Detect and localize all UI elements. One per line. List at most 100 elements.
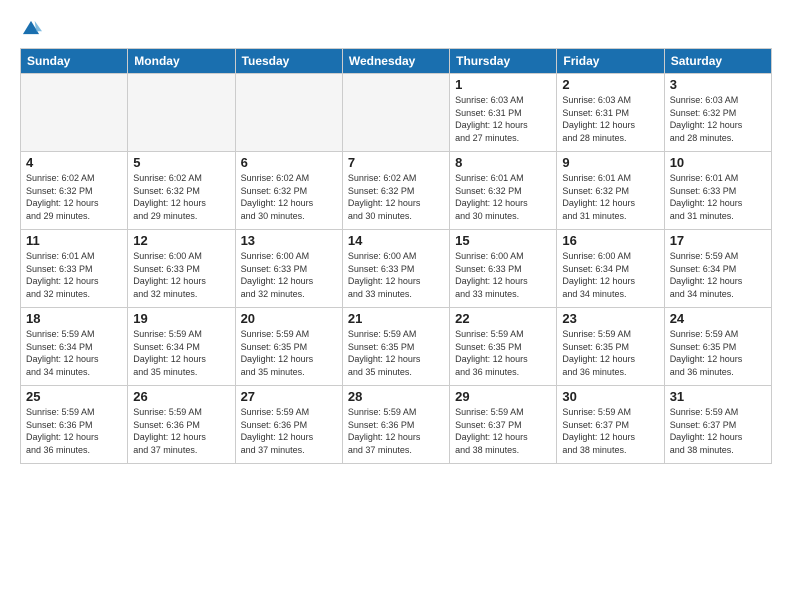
day-info: Sunrise: 6:01 AM Sunset: 6:33 PM Dayligh… [26, 250, 122, 300]
calendar-cell: 13 Sunrise: 6:00 AM Sunset: 6:33 PM Dayli… [235, 230, 342, 308]
calendar-cell: 6 Sunrise: 6:02 AM Sunset: 6:32 PM Daylig… [235, 152, 342, 230]
day-number: 16 [562, 233, 658, 248]
day-info: Sunrise: 6:03 AM Sunset: 6:31 PM Dayligh… [562, 94, 658, 144]
day-info: Sunrise: 6:00 AM Sunset: 6:34 PM Dayligh… [562, 250, 658, 300]
day-info: Sunrise: 6:00 AM Sunset: 6:33 PM Dayligh… [241, 250, 337, 300]
day-number: 18 [26, 311, 122, 326]
day-number: 5 [133, 155, 229, 170]
day-number: 4 [26, 155, 122, 170]
calendar-cell: 21 Sunrise: 5:59 AM Sunset: 6:35 PM Dayli… [342, 308, 449, 386]
day-info: Sunrise: 6:03 AM Sunset: 6:31 PM Dayligh… [455, 94, 551, 144]
day-number: 14 [348, 233, 444, 248]
header [20, 18, 772, 40]
page: SundayMondayTuesdayWednesdayThursdayFrid… [0, 0, 792, 612]
day-info: Sunrise: 5:59 AM Sunset: 6:37 PM Dayligh… [670, 406, 766, 456]
calendar-cell [21, 74, 128, 152]
week-row-4: 18 Sunrise: 5:59 AM Sunset: 6:34 PM Dayli… [21, 308, 772, 386]
day-info: Sunrise: 6:02 AM Sunset: 6:32 PM Dayligh… [348, 172, 444, 222]
calendar-cell: 16 Sunrise: 6:00 AM Sunset: 6:34 PM Dayli… [557, 230, 664, 308]
day-header-monday: Monday [128, 49, 235, 74]
day-info: Sunrise: 5:59 AM Sunset: 6:34 PM Dayligh… [133, 328, 229, 378]
day-number: 17 [670, 233, 766, 248]
day-header-saturday: Saturday [664, 49, 771, 74]
day-header-friday: Friday [557, 49, 664, 74]
day-info: Sunrise: 5:59 AM Sunset: 6:34 PM Dayligh… [26, 328, 122, 378]
calendar-cell: 12 Sunrise: 6:00 AM Sunset: 6:33 PM Dayli… [128, 230, 235, 308]
calendar: SundayMondayTuesdayWednesdayThursdayFrid… [20, 48, 772, 464]
day-number: 21 [348, 311, 444, 326]
calendar-cell: 15 Sunrise: 6:00 AM Sunset: 6:33 PM Dayli… [450, 230, 557, 308]
day-header-thursday: Thursday [450, 49, 557, 74]
calendar-cell: 14 Sunrise: 6:00 AM Sunset: 6:33 PM Dayli… [342, 230, 449, 308]
day-number: 22 [455, 311, 551, 326]
day-info: Sunrise: 5:59 AM Sunset: 6:35 PM Dayligh… [348, 328, 444, 378]
day-info: Sunrise: 6:00 AM Sunset: 6:33 PM Dayligh… [455, 250, 551, 300]
calendar-cell: 7 Sunrise: 6:02 AM Sunset: 6:32 PM Daylig… [342, 152, 449, 230]
day-info: Sunrise: 5:59 AM Sunset: 6:37 PM Dayligh… [562, 406, 658, 456]
day-info: Sunrise: 6:02 AM Sunset: 6:32 PM Dayligh… [26, 172, 122, 222]
day-info: Sunrise: 5:59 AM Sunset: 6:36 PM Dayligh… [26, 406, 122, 456]
week-row-1: 1 Sunrise: 6:03 AM Sunset: 6:31 PM Daylig… [21, 74, 772, 152]
calendar-cell: 18 Sunrise: 5:59 AM Sunset: 6:34 PM Dayli… [21, 308, 128, 386]
day-number: 9 [562, 155, 658, 170]
day-number: 29 [455, 389, 551, 404]
day-number: 25 [26, 389, 122, 404]
day-info: Sunrise: 5:59 AM Sunset: 6:35 PM Dayligh… [241, 328, 337, 378]
day-number: 7 [348, 155, 444, 170]
day-number: 27 [241, 389, 337, 404]
logo [20, 18, 46, 40]
calendar-cell: 25 Sunrise: 5:59 AM Sunset: 6:36 PM Dayli… [21, 386, 128, 464]
calendar-body: 1 Sunrise: 6:03 AM Sunset: 6:31 PM Daylig… [21, 74, 772, 464]
calendar-cell [342, 74, 449, 152]
day-number: 3 [670, 77, 766, 92]
calendar-cell [128, 74, 235, 152]
day-number: 20 [241, 311, 337, 326]
calendar-cell: 26Sunrise: 5:59 AM Sunset: 6:36 PM Dayli… [128, 386, 235, 464]
day-info: Sunrise: 6:03 AM Sunset: 6:32 PM Dayligh… [670, 94, 766, 144]
logo-icon [20, 18, 42, 40]
calendar-cell: 5 Sunrise: 6:02 AM Sunset: 6:32 PM Daylig… [128, 152, 235, 230]
day-number: 26 [133, 389, 229, 404]
day-info: Sunrise: 6:02 AM Sunset: 6:32 PM Dayligh… [241, 172, 337, 222]
calendar-cell: 3 Sunrise: 6:03 AM Sunset: 6:32 PM Daylig… [664, 74, 771, 152]
day-number: 11 [26, 233, 122, 248]
calendar-cell: 10 Sunrise: 6:01 AM Sunset: 6:33 PM Dayli… [664, 152, 771, 230]
day-number: 6 [241, 155, 337, 170]
calendar-cell: 28 Sunrise: 5:59 AM Sunset: 6:36 PM Dayli… [342, 386, 449, 464]
calendar-cell: 27 Sunrise: 5:59 AM Sunset: 6:36 PM Dayli… [235, 386, 342, 464]
day-number: 12 [133, 233, 229, 248]
calendar-cell: 24 Sunrise: 5:59 AM Sunset: 6:35 PM Dayli… [664, 308, 771, 386]
week-row-5: 25 Sunrise: 5:59 AM Sunset: 6:36 PM Dayli… [21, 386, 772, 464]
day-number: 15 [455, 233, 551, 248]
day-info: Sunrise: 6:00 AM Sunset: 6:33 PM Dayligh… [133, 250, 229, 300]
day-header-sunday: Sunday [21, 49, 128, 74]
day-info: Sunrise: 5:59 AM Sunset: 6:36 PM Dayligh… [241, 406, 337, 456]
day-header-tuesday: Tuesday [235, 49, 342, 74]
calendar-header: SundayMondayTuesdayWednesdayThursdayFrid… [21, 49, 772, 74]
calendar-cell: 9Sunrise: 6:01 AM Sunset: 6:32 PM Daylig… [557, 152, 664, 230]
day-number: 31 [670, 389, 766, 404]
day-info: Sunrise: 5:59 AM Sunset: 6:37 PM Dayligh… [455, 406, 551, 456]
day-info: Sunrise: 6:01 AM Sunset: 6:33 PM Dayligh… [670, 172, 766, 222]
day-number: 13 [241, 233, 337, 248]
day-number: 2 [562, 77, 658, 92]
day-info: Sunrise: 6:02 AM Sunset: 6:32 PM Dayligh… [133, 172, 229, 222]
calendar-cell: 4 Sunrise: 6:02 AM Sunset: 6:32 PM Daylig… [21, 152, 128, 230]
day-info: Sunrise: 5:59 AM Sunset: 6:36 PM Dayligh… [348, 406, 444, 456]
day-info: Sunrise: 6:01 AM Sunset: 6:32 PM Dayligh… [455, 172, 551, 222]
calendar-cell: 19 Sunrise: 5:59 AM Sunset: 6:34 PM Dayli… [128, 308, 235, 386]
day-info: Sunrise: 5:59 AM Sunset: 6:35 PM Dayligh… [670, 328, 766, 378]
day-number: 24 [670, 311, 766, 326]
calendar-cell: 31 Sunrise: 5:59 AM Sunset: 6:37 PM Dayli… [664, 386, 771, 464]
day-info: Sunrise: 5:59 AM Sunset: 6:35 PM Dayligh… [562, 328, 658, 378]
day-number: 19 [133, 311, 229, 326]
calendar-cell: 29 Sunrise: 5:59 AM Sunset: 6:37 PM Dayli… [450, 386, 557, 464]
day-info: Sunrise: 5:59 AM Sunset: 6:35 PM Dayligh… [455, 328, 551, 378]
day-info: Sunrise: 5:59 AM Sunset: 6:34 PM Dayligh… [670, 250, 766, 300]
calendar-cell: 30Sunrise: 5:59 AM Sunset: 6:37 PM Dayli… [557, 386, 664, 464]
day-number: 10 [670, 155, 766, 170]
day-number: 28 [348, 389, 444, 404]
day-header-wednesday: Wednesday [342, 49, 449, 74]
day-info: Sunrise: 6:00 AM Sunset: 6:33 PM Dayligh… [348, 250, 444, 300]
day-number: 1 [455, 77, 551, 92]
